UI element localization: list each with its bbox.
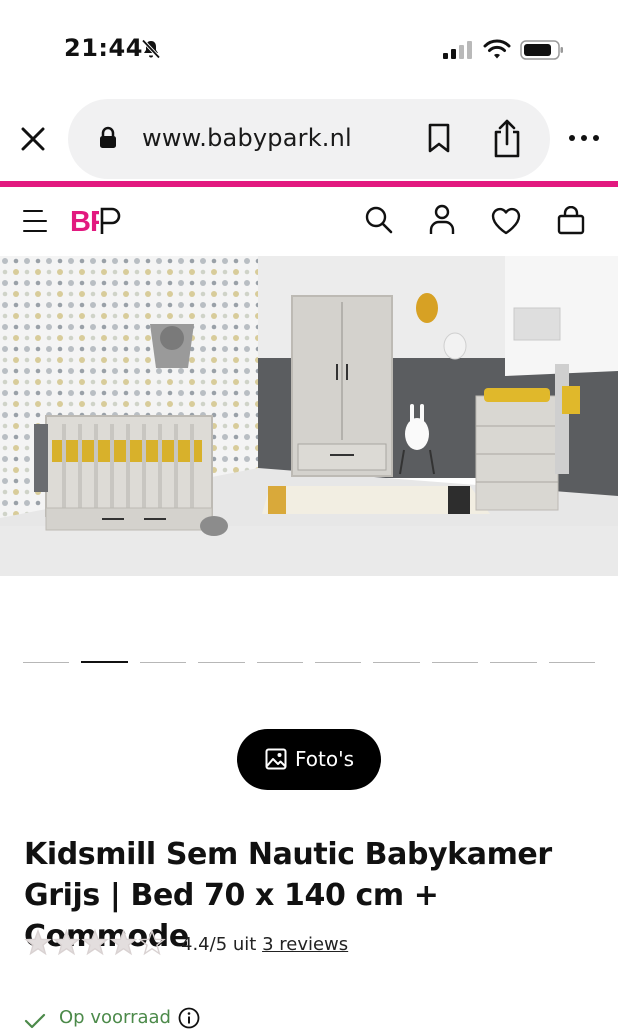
rating-summary: 4.4/5 uit 3 reviews bbox=[181, 934, 348, 955]
check-icon bbox=[24, 1013, 46, 1029]
brand-divider bbox=[0, 181, 618, 187]
carousel-indicator[interactable] bbox=[256, 662, 304, 663]
site-logo[interactable]: BP bbox=[70, 206, 128, 236]
carousel-indicator[interactable] bbox=[23, 662, 70, 663]
bookmark-icon[interactable] bbox=[427, 123, 451, 153]
close-icon[interactable] bbox=[18, 124, 48, 154]
hamburger-menu-icon[interactable] bbox=[22, 208, 48, 234]
battery-icon bbox=[520, 40, 563, 60]
star-icon bbox=[52, 929, 81, 956]
cellular-signal-icon bbox=[443, 41, 472, 59]
stock-text: Op voorraad bbox=[59, 1007, 171, 1028]
carousel-indicator[interactable] bbox=[490, 662, 537, 663]
url-text[interactable]: www.babypark.nl bbox=[142, 124, 352, 152]
carousel-indicators bbox=[23, 661, 596, 665]
star-icon bbox=[109, 929, 138, 956]
product-image[interactable] bbox=[0, 256, 618, 576]
carousel-indicator[interactable] bbox=[373, 662, 420, 663]
info-icon[interactable] bbox=[178, 1007, 200, 1029]
heart-icon[interactable] bbox=[490, 206, 522, 236]
carousel-indicator[interactable] bbox=[139, 662, 187, 663]
photos-button-label: Foto's bbox=[295, 747, 355, 771]
rating-value-text: 4.4/5 uit bbox=[181, 934, 257, 955]
more-icon[interactable] bbox=[568, 132, 600, 144]
rating-stars bbox=[24, 929, 166, 956]
bag-icon[interactable] bbox=[556, 206, 586, 236]
bell-slash-icon bbox=[141, 39, 161, 59]
share-icon[interactable] bbox=[491, 118, 523, 158]
star-icon bbox=[81, 929, 109, 956]
lock-icon bbox=[100, 126, 116, 148]
status-time: 21:44 bbox=[64, 34, 143, 62]
search-icon[interactable] bbox=[364, 205, 394, 235]
image-icon bbox=[265, 748, 287, 770]
carousel-indicator[interactable] bbox=[315, 662, 362, 663]
carousel-indicator[interactable] bbox=[431, 662, 479, 663]
wifi-icon bbox=[483, 39, 511, 59]
status-bar: 21:44 bbox=[0, 0, 618, 100]
star-icon bbox=[138, 929, 166, 956]
carousel-indicator[interactable] bbox=[81, 661, 128, 663]
reviews-link[interactable]: 3 reviews bbox=[262, 934, 348, 955]
user-icon[interactable] bbox=[428, 204, 456, 236]
carousel-indicator[interactable] bbox=[198, 662, 245, 663]
photos-button[interactable]: Foto's bbox=[237, 729, 381, 790]
star-icon bbox=[24, 929, 52, 956]
carousel-indicator[interactable] bbox=[548, 662, 596, 663]
